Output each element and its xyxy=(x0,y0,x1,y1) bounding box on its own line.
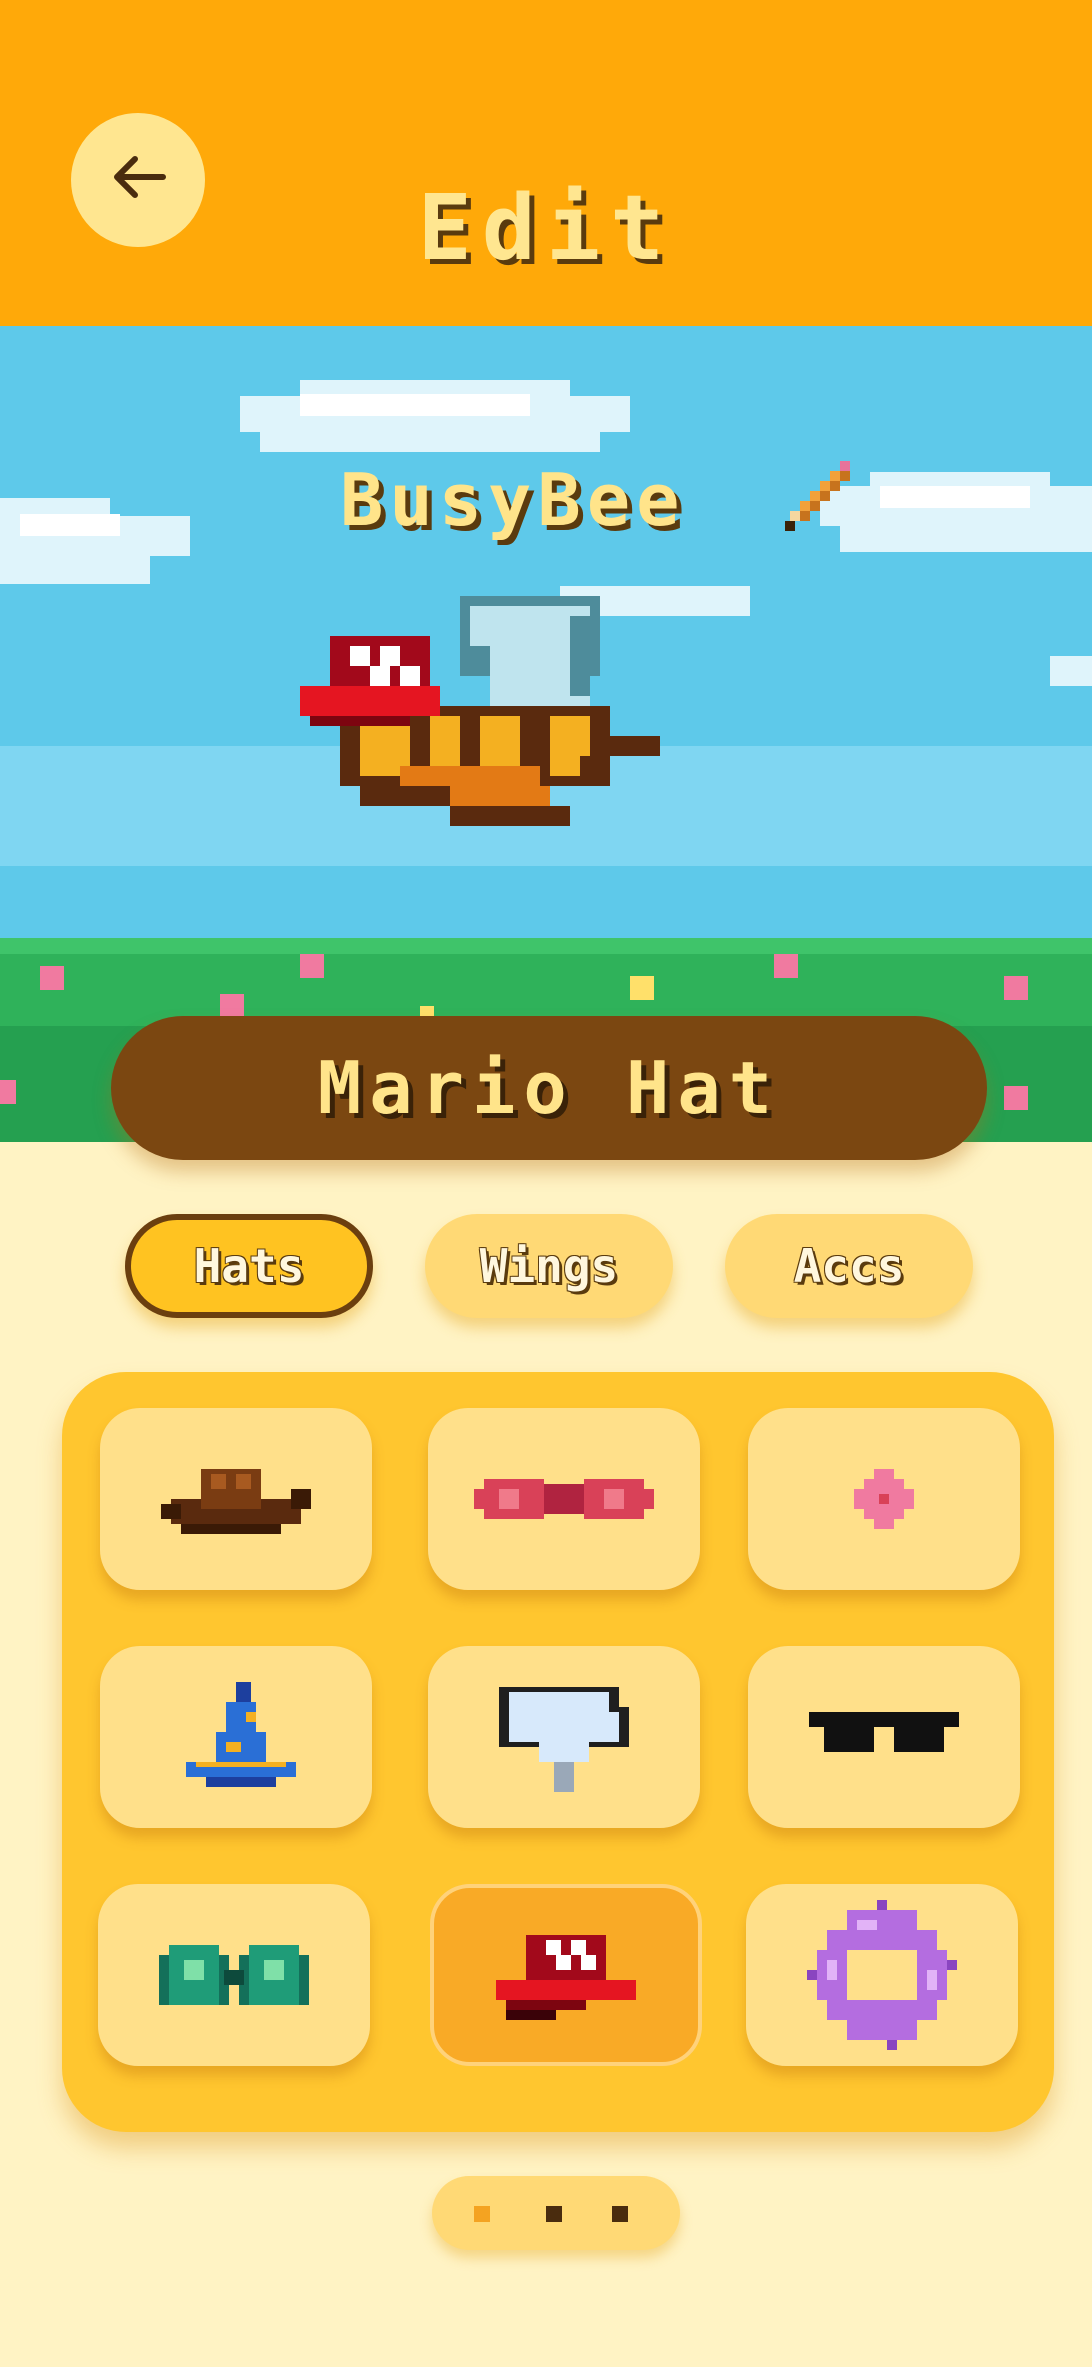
category-tabs: Hats Wings Accs xyxy=(0,1214,1092,1320)
wizard-hat-icon xyxy=(186,1682,296,1787)
header: Edit xyxy=(0,0,1092,326)
cowboy-hat-icon xyxy=(161,1469,311,1534)
page-dot-1[interactable] xyxy=(474,2206,490,2222)
item-slot-flower[interactable] xyxy=(748,1408,1020,1590)
item-slot-mario-hat[interactable] xyxy=(430,1884,702,2066)
chef-hat-icon xyxy=(499,1687,629,1792)
pencil-icon xyxy=(785,461,850,531)
selected-item-banner: Mario Hat xyxy=(111,1016,987,1160)
green-goggles-icon xyxy=(159,1945,309,2005)
item-slot-green-goggles[interactable] xyxy=(98,1884,370,2066)
item-slot-bow-tie[interactable] xyxy=(428,1408,700,1590)
page-dot-2[interactable] xyxy=(546,2206,562,2222)
flower-crown-icon xyxy=(807,1900,957,2050)
item-slot-flower-crown[interactable] xyxy=(746,1884,1018,2066)
tab-accs[interactable]: Accs xyxy=(725,1214,973,1318)
item-grid xyxy=(62,1372,1054,2132)
flower-icon xyxy=(854,1469,914,1529)
tab-wings[interactable]: Wings xyxy=(425,1214,673,1318)
pagination xyxy=(432,2176,680,2250)
item-slot-cowboy-hat[interactable] xyxy=(100,1408,372,1590)
page-title: Edit xyxy=(417,176,675,281)
selected-item-name: Mario Hat xyxy=(317,1046,781,1130)
bee-name: BusyBee xyxy=(340,458,686,542)
mario-hat-icon xyxy=(496,1935,636,2020)
page-dot-3[interactable] xyxy=(612,2206,628,2222)
item-slot-sunglasses[interactable] xyxy=(748,1646,1020,1828)
bee-sprite xyxy=(300,596,660,826)
edit-name-button[interactable] xyxy=(780,456,860,536)
bow-tie-icon xyxy=(474,1479,654,1519)
item-slot-wizard-hat[interactable] xyxy=(100,1646,372,1828)
tab-hats[interactable]: Hats xyxy=(125,1214,373,1318)
sunglasses-icon xyxy=(809,1712,959,1752)
item-slot-chef-hat[interactable] xyxy=(428,1646,700,1828)
